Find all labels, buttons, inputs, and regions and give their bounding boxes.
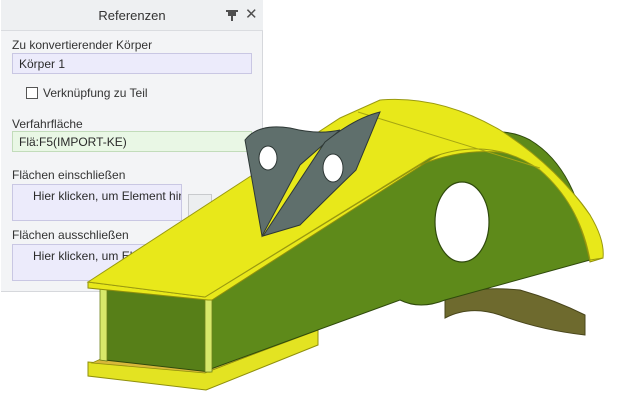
lower-saddle: [444, 288, 586, 336]
left-edge: [99, 279, 108, 362]
viewport: Referenzen ✕ Zu konvertierender Körper K…: [0, 0, 630, 405]
front-edge: [204, 296, 213, 373]
model-3d-view[interactable]: [0, 0, 630, 405]
gusset-right-hole: [322, 153, 344, 183]
side-hole: [434, 181, 490, 263]
gusset-left-hole: [258, 145, 278, 171]
